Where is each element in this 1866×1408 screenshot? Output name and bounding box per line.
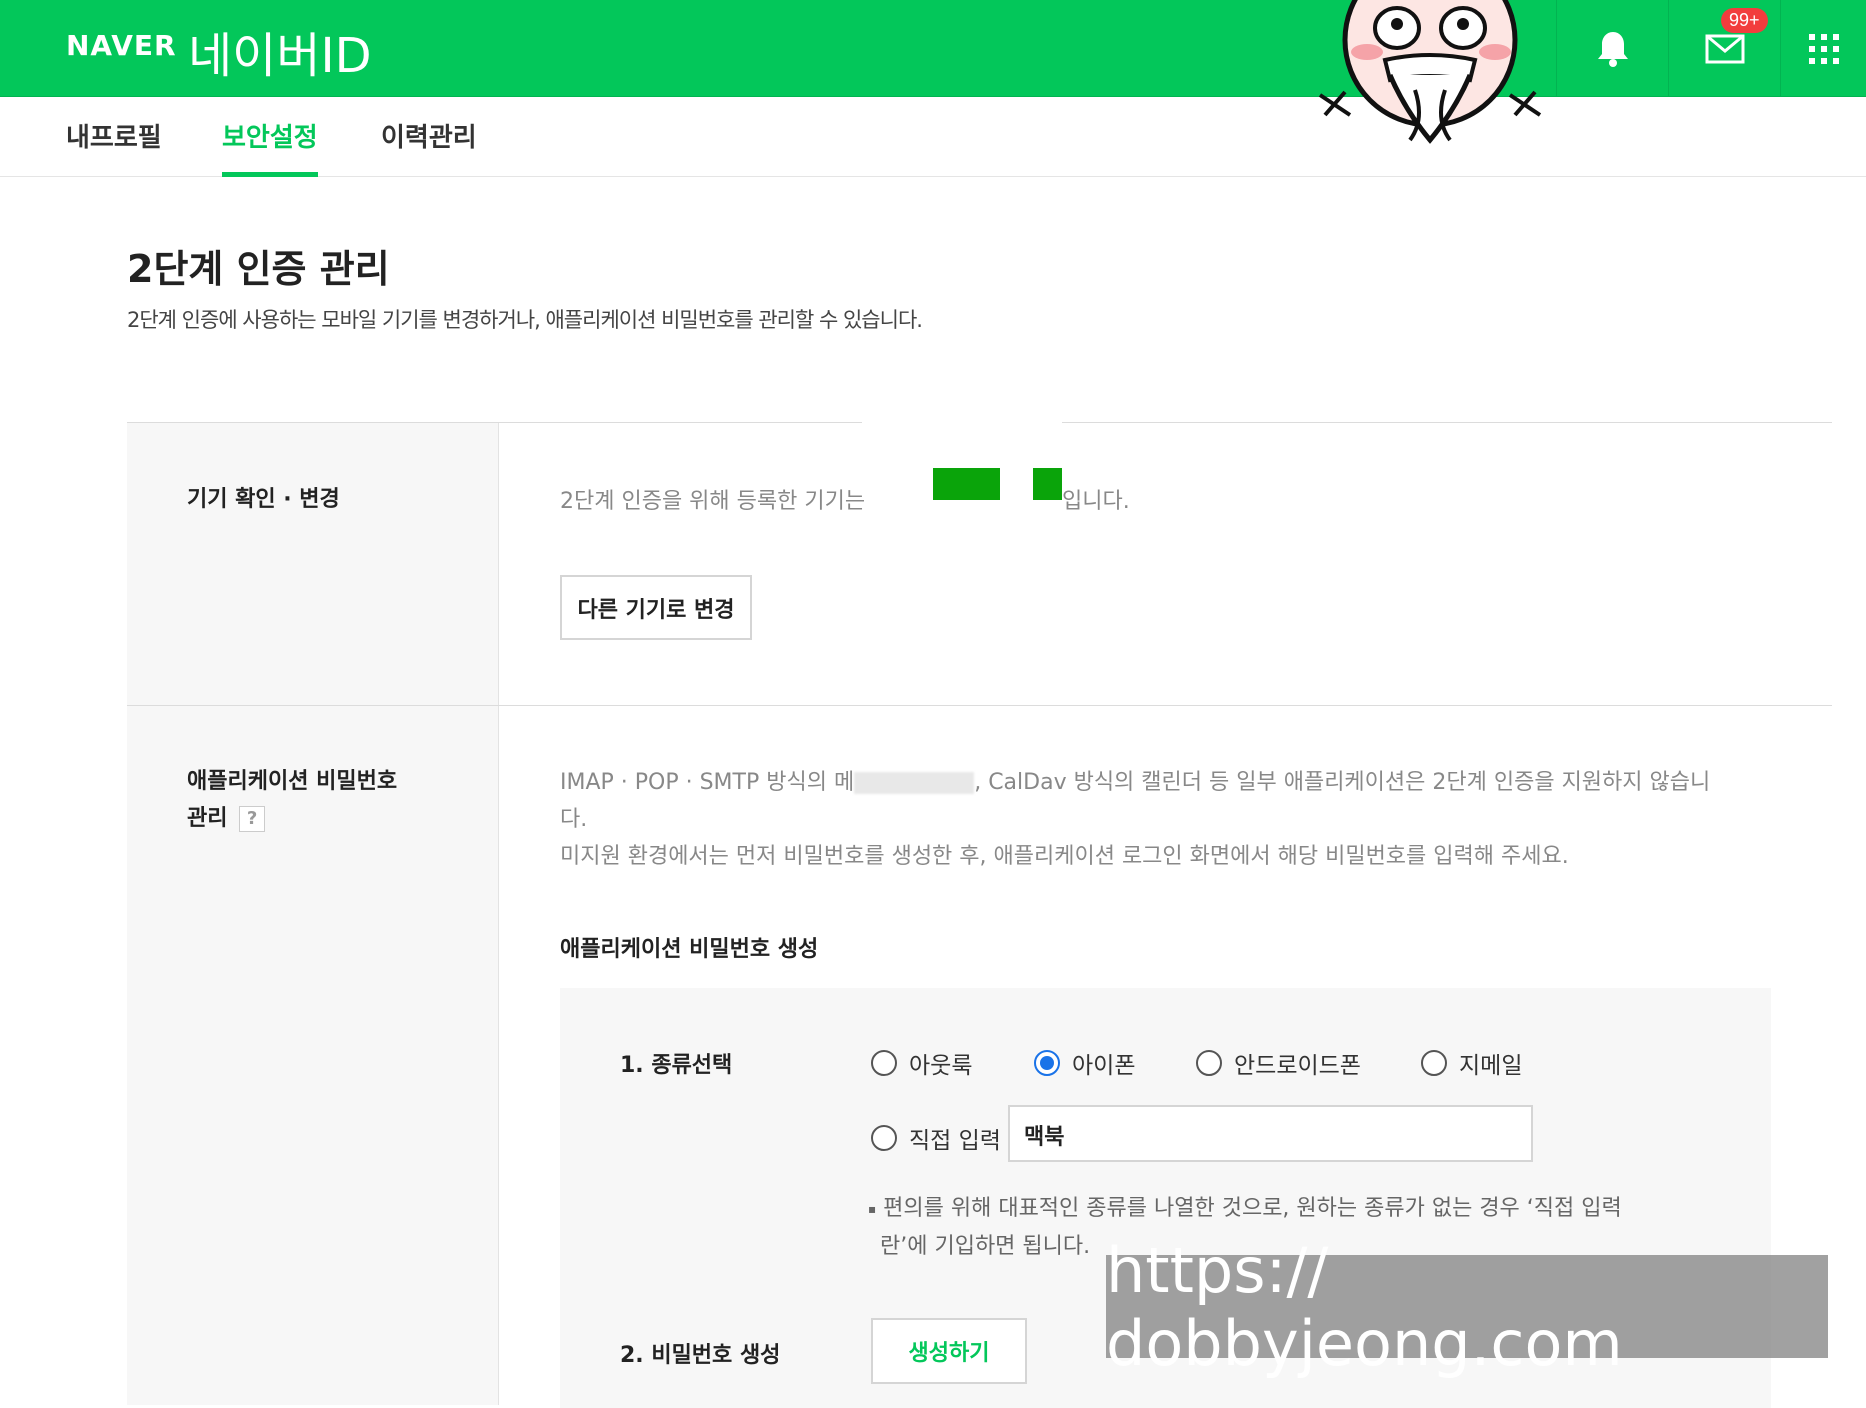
radio-circle[interactable] xyxy=(1421,1050,1447,1076)
generate-button[interactable]: 생성하기 xyxy=(871,1318,1027,1384)
description-line1-end: , CalDav 방식의 캘린더 등 일부 애플리케이션은 2단계 인증을 지원… xyxy=(974,770,1711,795)
radio-iphone[interactable]: 아이폰 xyxy=(1034,1046,1135,1080)
radio-circle[interactable] xyxy=(871,1125,897,1151)
naver-logo[interactable]: NAVER xyxy=(66,29,177,62)
description-line1-start: IMAP · POP · SMTP 방식의 메 xyxy=(560,770,855,795)
app-password-section-label: 애플리케이션 비밀번호 관리 ? xyxy=(187,763,397,837)
description-line2: 다. xyxy=(560,807,588,832)
tab-bar: 내프로필 보안설정 이력관리 xyxy=(0,97,1866,177)
bell-icon xyxy=(1597,31,1628,67)
mail-count-badge: 99+ xyxy=(1721,8,1768,33)
radio-circle[interactable] xyxy=(1196,1050,1222,1076)
change-device-button[interactable]: 다른 기기로 변경 xyxy=(560,575,752,640)
notification-button[interactable] xyxy=(1556,0,1668,97)
mascot-sticker-image xyxy=(1318,0,1542,144)
app-password-label-cell: 애플리케이션 비밀번호 관리 ? xyxy=(127,706,499,1405)
grid-icon xyxy=(1808,33,1839,64)
app-password-description: IMAP · POP · SMTP 방식의 메 , CalDav 방식의 캘린더 … xyxy=(560,764,1740,875)
page-description: 2단계 인증에 사용하는 모바일 기기를 변경하거나, 애플리케이션 비밀번호를… xyxy=(127,308,923,332)
radio-circle[interactable] xyxy=(871,1050,897,1076)
help-icon[interactable]: ? xyxy=(239,806,266,832)
direct-input-field[interactable]: 맥북 xyxy=(1008,1105,1533,1162)
generate-subheading: 애플리케이션 비밀번호 생성 xyxy=(560,937,819,962)
radio-outlook-label: 아웃룩 xyxy=(909,1053,973,1079)
watermark-overlay: https:// dobbyjeong.com xyxy=(1106,1234,1828,1380)
tab-history[interactable]: 이력관리 xyxy=(381,117,477,177)
radio-iphone-label: 아이폰 xyxy=(1072,1053,1136,1079)
tab-security[interactable]: 보안설정 xyxy=(222,117,318,177)
registered-device-text-suffix: 입니다. xyxy=(1062,489,1130,514)
app-password-label-line1: 애플리케이션 비밀번호 xyxy=(187,769,398,794)
device-section-label: 기기 확인 · 변경 xyxy=(187,487,340,512)
note-line1: 편의를 위해 대표적인 종류를 나열한 것으로, 원하는 종류가 없는 경우 ‘… xyxy=(883,1196,1622,1221)
registered-device-text: 2단계 인증을 위해 등록한 기기는 xyxy=(560,483,865,520)
apps-menu-button[interactable] xyxy=(1780,0,1866,97)
radio-outlook[interactable]: 아웃룩 xyxy=(871,1046,972,1080)
radio-android[interactable]: 안드로이드폰 xyxy=(1196,1046,1361,1080)
radio-direct-input[interactable]: 직접 입력 xyxy=(871,1121,1001,1155)
step2-label: 2. 비밀번호 생성 xyxy=(620,1343,781,1368)
app-password-label-line2: 관리 xyxy=(187,806,228,831)
registered-device-text-prefix: 2단계 인증을 위해 등록한 기기는 xyxy=(560,489,866,514)
note-line2: 란’에 기입하면 됩니다. xyxy=(880,1234,1091,1259)
step1-label: 1. 종류선택 xyxy=(620,1053,733,1078)
radio-gmail-label: 지메일 xyxy=(1459,1053,1523,1079)
note-bullet: ▪ xyxy=(868,1202,877,1216)
redaction-green-block xyxy=(1033,468,1062,500)
tab-profile[interactable]: 내프로필 xyxy=(66,117,162,177)
page-title: 2단계 인증 관리 xyxy=(127,247,390,291)
mail-button[interactable]: 99+ xyxy=(1668,0,1780,97)
redaction-green-block xyxy=(933,468,1000,500)
radio-circle-selected[interactable] xyxy=(1034,1050,1060,1076)
service-title[interactable]: 네이버ID xyxy=(188,16,372,86)
radio-direct-input-label: 직접 입력 xyxy=(909,1128,1001,1154)
device-section-label-cell: 기기 확인 · 변경 xyxy=(127,423,499,705)
top-header: NAVER 네이버ID 99+ xyxy=(0,0,1866,97)
blurred-text xyxy=(854,772,975,794)
mail-icon xyxy=(1705,34,1744,63)
radio-gmail[interactable]: 지메일 xyxy=(1421,1046,1522,1080)
description-line3: 미지원 환경에서는 먼저 비밀번호를 생성한 후, 애플리케이션 로그인 화면에… xyxy=(560,844,1569,869)
radio-android-label: 안드로이드폰 xyxy=(1234,1053,1361,1079)
